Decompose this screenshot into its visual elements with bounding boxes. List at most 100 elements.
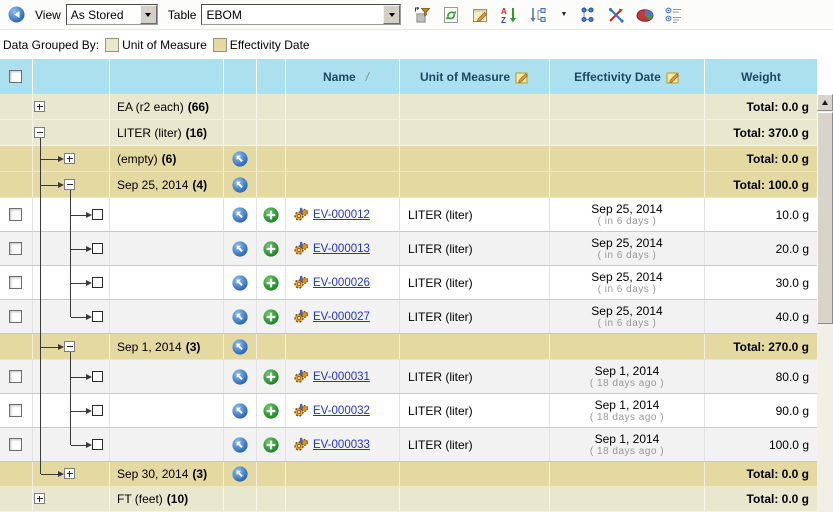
group-count: (3) [192, 467, 207, 481]
tree-structure-icon[interactable] [578, 6, 596, 24]
scroll-up-button[interactable] [817, 94, 833, 111]
expand-toggle[interactable] [34, 127, 45, 138]
select-row-checkbox[interactable] [9, 370, 22, 383]
tree-line [71, 283, 86, 284]
part-icon [293, 403, 309, 419]
navigate-icon[interactable] [232, 437, 248, 453]
navigate-icon[interactable] [232, 369, 248, 385]
add-icon-cell [257, 360, 286, 393]
select-row-checkbox[interactable] [9, 404, 22, 417]
select-row-checkbox[interactable] [9, 310, 22, 323]
row-checkbox-cell [0, 334, 33, 359]
part-row: EV-000013LITER (liter)Sep 25, 2014( in 6… [0, 232, 817, 266]
part-icon [293, 207, 309, 223]
view-list-icon[interactable] [665, 6, 683, 24]
part-number-link[interactable]: EV-000027 [313, 311, 370, 323]
part-number-link[interactable]: EV-000012 [313, 209, 370, 221]
edit-icon[interactable] [471, 6, 489, 24]
effectivity-date-cell: Sep 25, 2014( in 6 days ) [550, 232, 705, 265]
insert-new-icon[interactable] [263, 207, 279, 223]
insert-new-icon[interactable] [263, 309, 279, 325]
part-number-link[interactable]: EV-000013 [313, 243, 370, 255]
expand-toggle[interactable] [64, 179, 75, 190]
part-node-box [92, 209, 103, 220]
name-cell: EV-000012 [286, 198, 400, 231]
table-dropdown-arrow[interactable] [383, 5, 400, 24]
header-effectivity-date[interactable]: Effectivity Date [550, 59, 705, 94]
header-name[interactable]: Name / [286, 59, 400, 94]
select-row-checkbox[interactable] [9, 208, 22, 221]
tree-line [71, 215, 86, 216]
view-dropdown[interactable]: As Stored [66, 4, 158, 25]
expand-toggle[interactable] [64, 468, 75, 479]
insert-new-icon[interactable] [263, 241, 279, 257]
part-number-link[interactable]: EV-000031 [313, 371, 370, 383]
collapse-back-icon[interactable] [8, 6, 25, 23]
navigate-icon[interactable] [232, 466, 248, 482]
header-name-label[interactable]: Name [323, 70, 356, 84]
part-number-link[interactable]: EV-000032 [313, 405, 370, 417]
expand-toggle[interactable] [64, 153, 75, 164]
insert-new-icon[interactable] [263, 275, 279, 291]
navigate-icon[interactable] [232, 177, 248, 193]
navigate-icon[interactable] [232, 403, 248, 419]
select-row-checkbox[interactable] [9, 276, 22, 289]
filter-icon[interactable] [413, 6, 431, 24]
part-number-link[interactable]: EV-000026 [313, 277, 370, 289]
insert-new-icon[interactable] [263, 369, 279, 385]
effectivity-date-cell: Sep 1, 2014( 18 days ago ) [550, 394, 705, 427]
pie-chart-icon[interactable] [636, 6, 654, 24]
select-row-checkbox[interactable] [9, 242, 22, 255]
weight-cell: Total: 0.0 g [705, 146, 817, 171]
tree-line [40, 232, 41, 266]
part-number-link[interactable]: EV-000033 [313, 439, 370, 451]
table-dropdown[interactable]: EBOM [201, 4, 401, 25]
tree-line [40, 198, 41, 232]
view-dropdown-arrow[interactable] [140, 5, 157, 24]
nav-icon-cell [224, 360, 257, 393]
row-checkbox-cell [0, 300, 33, 333]
navigate-icon[interactable] [232, 241, 248, 257]
effectivity-date-cell: Sep 1, 2014( 18 days ago ) [550, 428, 705, 461]
navigate-icon[interactable] [232, 275, 248, 291]
header-unit-of-measure[interactable]: Unit of Measure [400, 59, 550, 94]
navigate-icon[interactable] [232, 309, 248, 325]
part-row: EV-000012LITER (liter)Sep 25, 2014( in 6… [0, 198, 817, 232]
navigate-icon[interactable] [232, 339, 248, 355]
navigate-icon[interactable] [232, 207, 248, 223]
group-total: Total: 100.0 g [733, 178, 809, 192]
weight-cell: 20.0 g [705, 232, 817, 265]
crossed-tools-icon[interactable] [607, 6, 625, 24]
header-uom-label[interactable]: Unit of Measure [420, 70, 510, 84]
group-label-cell [110, 428, 224, 461]
toolbar-icons: AZ ▼ [413, 6, 683, 24]
insert-new-icon[interactable] [263, 403, 279, 419]
name-cell [286, 462, 400, 486]
edit-column-icon[interactable] [515, 70, 529, 84]
scrollbar-thumb[interactable] [817, 112, 833, 324]
weight-cell: 40.0 g [705, 300, 817, 333]
edit-column-icon[interactable] [666, 70, 680, 84]
effectivity-date-value: Sep 1, 2014 [595, 433, 660, 446]
expand-toggle[interactable] [34, 493, 45, 504]
header-weight[interactable]: Weight [705, 59, 817, 94]
tree-graphic [33, 394, 109, 427]
insert-new-icon[interactable] [263, 437, 279, 453]
expand-levels-icon[interactable] [529, 6, 547, 24]
uom-value: LITER (liter) [408, 370, 473, 384]
expand-levels-caret-icon[interactable]: ▼ [560, 11, 567, 18]
select-row-checkbox[interactable] [9, 438, 22, 451]
select-all-checkbox[interactable] [9, 70, 22, 83]
refresh-icon[interactable] [442, 6, 460, 24]
header-weight-label[interactable]: Weight [741, 70, 781, 84]
name-cell [286, 172, 400, 197]
header-date-label[interactable]: Effectivity Date [574, 70, 661, 84]
vertical-scrollbar[interactable] [817, 94, 833, 512]
uom-value: LITER (liter) [408, 208, 473, 222]
sort-icon[interactable]: AZ [500, 6, 518, 24]
expand-toggle[interactable] [34, 101, 45, 112]
expand-toggle[interactable] [64, 341, 75, 352]
navigate-icon[interactable] [232, 151, 248, 167]
nav-icon-cell [224, 300, 257, 333]
part-icon [293, 241, 309, 257]
